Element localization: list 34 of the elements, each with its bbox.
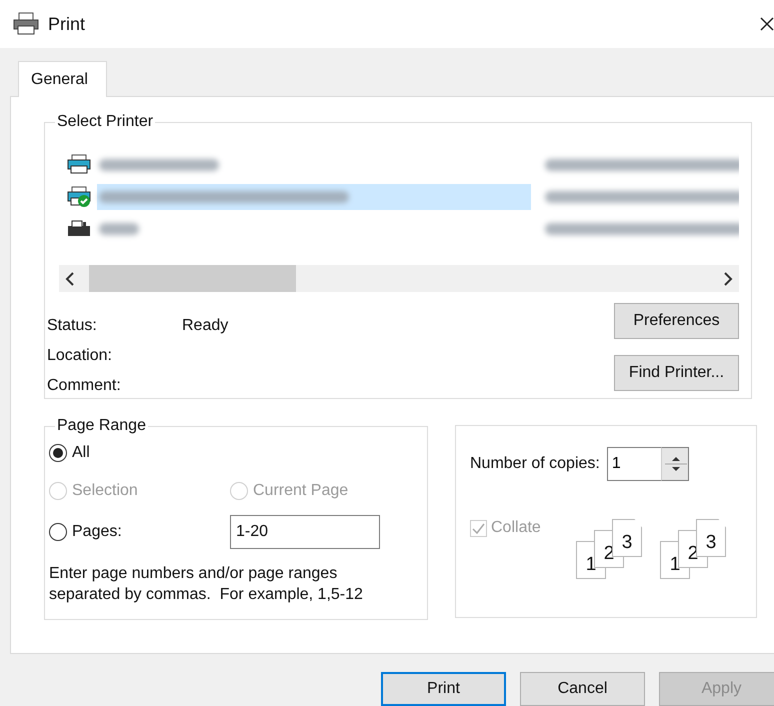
pages-field[interactable]: 1-20 — [230, 515, 380, 549]
scroll-left-icon[interactable] — [65, 272, 75, 286]
copies-field[interactable]: 1 — [606, 447, 661, 481]
field-label: Comment: — [47, 376, 122, 394]
tab[interactable]: General — [18, 61, 107, 97]
field-label: Number of copies: — [470, 455, 600, 473]
cancel-button[interactable]: Cancel — [520, 672, 645, 706]
spin-buttons[interactable] — [660, 447, 689, 481]
radio-label: Pages: — [72, 523, 122, 541]
field-value: Ready — [182, 316, 228, 334]
close-icon[interactable] — [760, 17, 774, 31]
group-title: Page Range — [56, 417, 147, 435]
radio-label: All — [72, 444, 90, 462]
field-label: Location: — [47, 346, 113, 364]
page-sheet: 3 — [612, 519, 642, 557]
printer-icon — [12, 12, 40, 36]
page-sheet: 3 — [696, 519, 726, 557]
scroll-right-icon[interactable] — [723, 272, 733, 286]
help-text: Enter page numbers and/or page ranges separated by commas. For example, 1,5-12 — [49, 564, 364, 605]
radio-label: Selection — [72, 482, 138, 500]
group-title: Select Printer — [56, 113, 154, 131]
print-button[interactable]: Print — [381, 672, 506, 706]
printer-icon — [67, 154, 93, 176]
radio-button[interactable] — [49, 444, 67, 462]
checkbox-label: Collate — [491, 519, 541, 537]
window-title: Print — [48, 14, 86, 34]
printer-item[interactable] — [97, 184, 531, 210]
preferences-button[interactable]: Preferences — [614, 303, 739, 339]
horizontal-scrollbar[interactable] — [59, 265, 739, 292]
printer-check-icon — [67, 186, 93, 208]
find-printer-button[interactable]: Find Printer... — [614, 355, 739, 391]
field-label: Status: — [47, 316, 98, 334]
radio-label: Current Page — [253, 482, 348, 500]
radio-button[interactable] — [49, 523, 67, 541]
